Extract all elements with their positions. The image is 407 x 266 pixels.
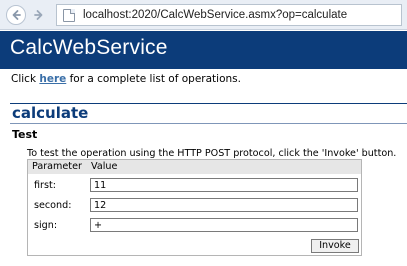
column-header-parameter: Parameter — [32, 161, 82, 172]
browser-toolbar: localhost:2020/CalcWebService.asmx?op=ca… — [0, 0, 407, 30]
arrow-right-icon — [34, 10, 43, 20]
operations-intro: Click here for a complete list of operat… — [11, 73, 241, 85]
first-label: first: — [34, 180, 56, 191]
page-title: CalcWebService — [10, 36, 168, 59]
intro-prefix: Click — [11, 73, 40, 85]
table-header: Parameter Value — [28, 160, 361, 174]
sign-label: sign: — [34, 220, 58, 231]
page-header: CalcWebService — [0, 31, 407, 69]
sign-input[interactable] — [90, 218, 358, 232]
test-description: To test the operation using the HTTP POS… — [27, 148, 397, 159]
operation-divider — [10, 123, 407, 124]
parameter-form: Parameter Value first: second: sign: Inv… — [27, 159, 362, 256]
operation-title: calculate — [12, 104, 89, 122]
arrow-left-icon — [12, 10, 21, 20]
invoke-button[interactable]: Invoke — [311, 239, 359, 253]
forward-button[interactable] — [29, 5, 49, 25]
column-header-value: Value — [91, 161, 118, 172]
back-button[interactable] — [6, 5, 26, 25]
address-bar[interactable]: localhost:2020/CalcWebService.asmx?op=ca… — [56, 4, 402, 26]
operations-list-link[interactable]: here — [39, 73, 66, 85]
url-text: localhost:2020/CalcWebService.asmx?op=ca… — [83, 9, 348, 21]
second-label: second: — [34, 200, 72, 211]
first-input[interactable] — [90, 178, 358, 192]
intro-suffix: for a complete list of operations. — [66, 73, 241, 85]
test-heading: Test — [12, 128, 38, 141]
page-icon — [63, 8, 75, 22]
second-input[interactable] — [90, 198, 358, 212]
